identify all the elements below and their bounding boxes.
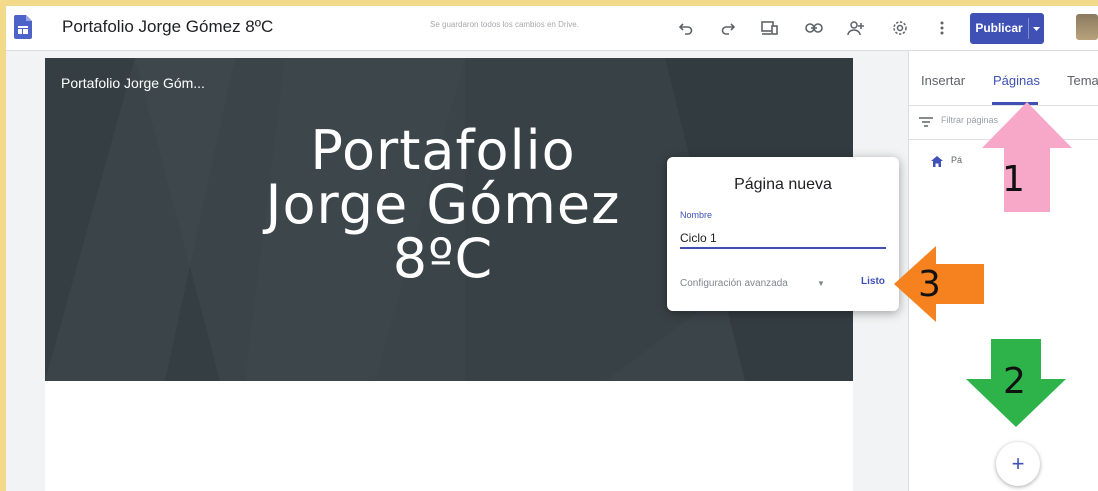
sites-editor: Portafolio Jorge Gómez 8ºC Se guardaron … (6, 6, 1098, 491)
chevron-down-icon[interactable]: ▼ (817, 279, 825, 288)
redo-icon[interactable] (716, 16, 740, 40)
done-button[interactable]: Listo (861, 276, 885, 287)
title-line-2: Jorge Gómez (265, 173, 621, 236)
more-icon[interactable] (930, 16, 954, 40)
settings-icon[interactable] (888, 16, 912, 40)
home-icon (931, 154, 943, 172)
annotation-arrow-1 (982, 102, 1072, 212)
name-field[interactable]: Ciclo 1 (680, 231, 717, 245)
page-item-home[interactable]: Pá (951, 155, 962, 165)
tab-insertar[interactable]: Insertar (921, 73, 965, 88)
top-bar: Portafolio Jorge Gómez 8ºC Se guardaron … (6, 6, 1098, 51)
publish-button[interactable]: Publicar (970, 13, 1044, 44)
preview-icon[interactable] (758, 16, 782, 40)
publish-options-icon[interactable] (1029, 13, 1044, 44)
google-sites-icon[interactable] (14, 15, 32, 44)
filter-icon (919, 115, 933, 133)
title-line-1: Portafolio (310, 119, 576, 182)
title-line-3: 8ºC (392, 227, 494, 290)
name-field-underline (680, 247, 886, 249)
page-body[interactable] (45, 381, 853, 491)
publish-label: Publicar (975, 21, 1023, 35)
tab-tema[interactable]: Tema (1067, 73, 1098, 88)
share-icon[interactable] (844, 16, 868, 40)
save-status: Se guardaron todos los cambios en Drive. (430, 20, 579, 29)
undo-icon[interactable] (674, 16, 698, 40)
site-title[interactable]: Portafolio Jorge Gómez 8ºC (62, 17, 273, 37)
tab-paginas[interactable]: Páginas (993, 73, 1040, 88)
new-page-dialog: Página nueva Nombre Ciclo 1 Configuració… (667, 157, 899, 311)
page-title[interactable]: Portafolio Jorge Gómez 8ºC (193, 124, 693, 286)
site-name-small: Portafolio Jorge Góm... (61, 75, 205, 91)
add-page-button[interactable]: + (996, 442, 1040, 486)
annotation-number-2: 2 (1003, 361, 1026, 402)
advanced-config-toggle[interactable]: Configuración avanzada (680, 278, 788, 289)
dialog-title: Página nueva (734, 176, 832, 193)
annotation-number-1: 1 (1002, 159, 1025, 200)
avatar[interactable] (1076, 14, 1098, 40)
link-icon[interactable] (802, 16, 826, 40)
name-field-label: Nombre (680, 210, 713, 220)
annotation-number-3: 3 (918, 264, 941, 305)
